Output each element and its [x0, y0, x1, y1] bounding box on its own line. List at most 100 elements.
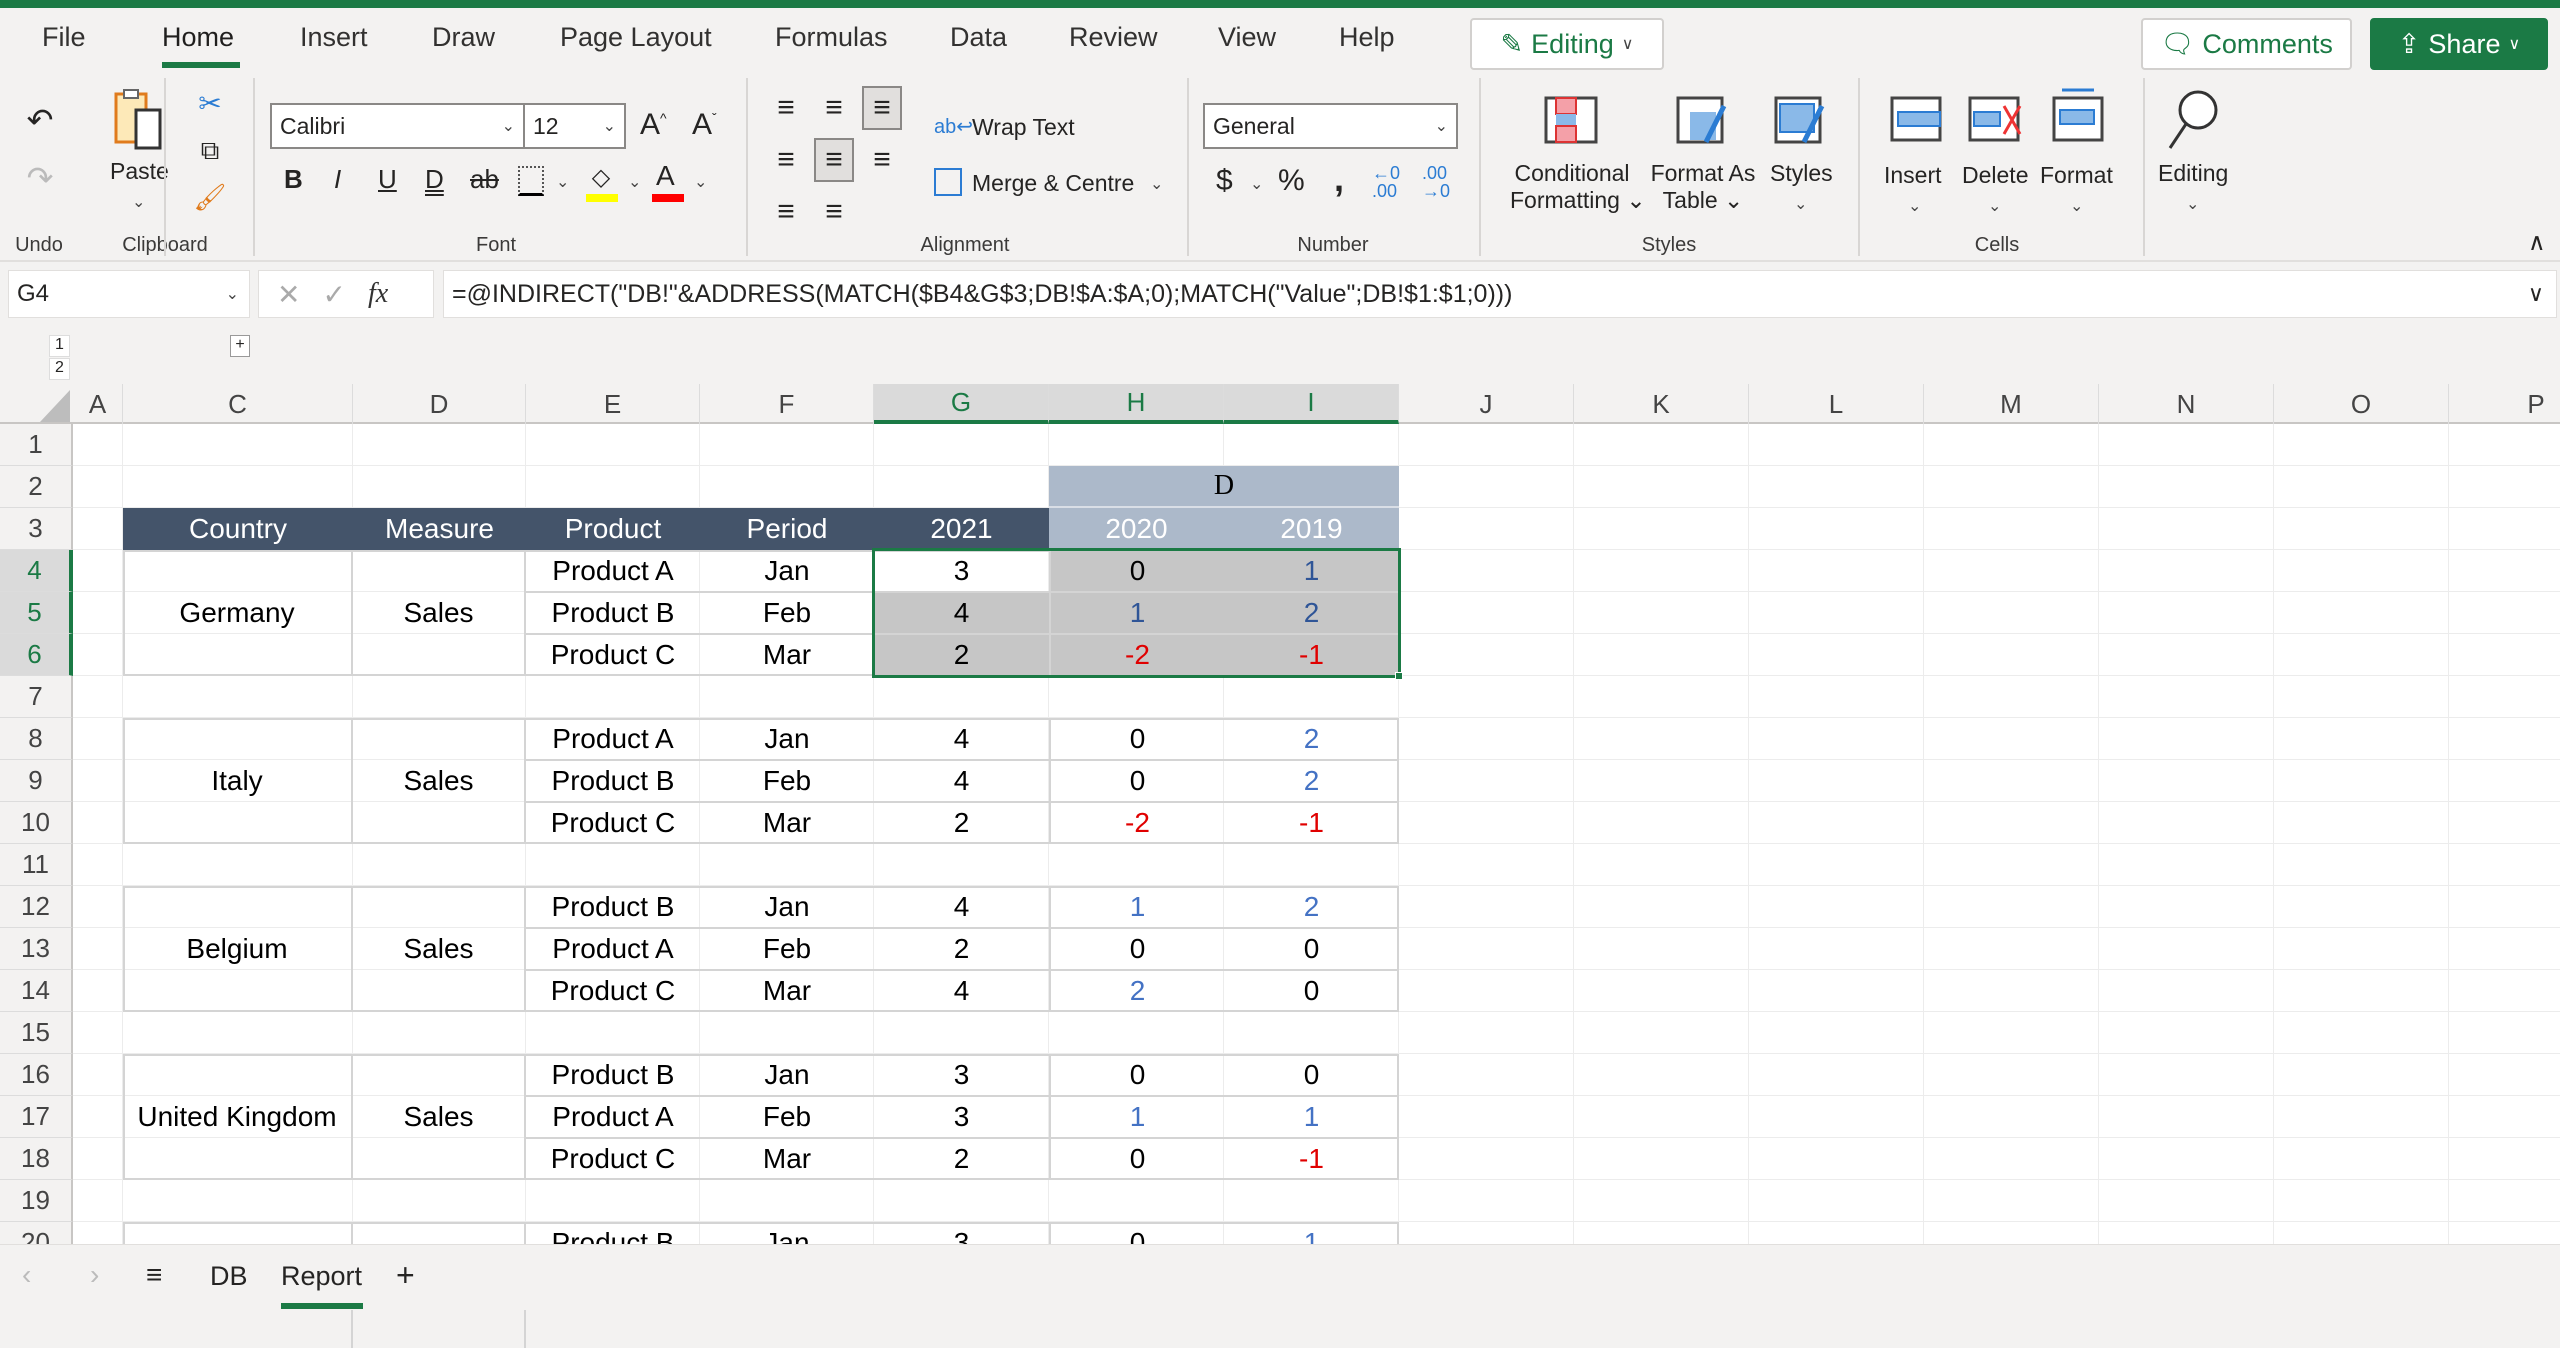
- column-header-L[interactable]: L: [1749, 384, 1924, 424]
- chevron-down-icon[interactable]: ⌄: [132, 192, 145, 212]
- row-header-17[interactable]: 17: [0, 1096, 73, 1138]
- row-header-1[interactable]: 1: [0, 424, 73, 466]
- cell-F18[interactable]: Mar: [700, 1139, 874, 1179]
- decrease-decimal-icon[interactable]: .00 →0: [1422, 164, 1450, 200]
- cell-I14[interactable]: 0: [1224, 971, 1399, 1011]
- percent-icon[interactable]: %: [1278, 164, 1305, 198]
- column-header-K[interactable]: K: [1574, 384, 1749, 424]
- align-top-icon[interactable]: ≡: [766, 86, 806, 130]
- fill-color-icon[interactable]: ◇: [586, 162, 616, 192]
- measure-cell[interactable]: Sales: [353, 718, 526, 844]
- comma-style-icon[interactable]: ,: [1334, 158, 1344, 200]
- cell-H14[interactable]: 2: [1049, 971, 1224, 1011]
- cancel-icon[interactable]: ✕: [277, 278, 300, 311]
- format-painter-icon[interactable]: 🖌: [194, 180, 227, 214]
- double-underline-button[interactable]: D: [425, 164, 444, 195]
- cell-I9[interactable]: 2: [1224, 761, 1399, 801]
- wrap-text-button[interactable]: Wrap Text: [972, 114, 1075, 141]
- cell-G8[interactable]: 4: [874, 719, 1049, 759]
- column-header-G[interactable]: G: [874, 384, 1049, 424]
- cell-I10[interactable]: -1: [1224, 803, 1399, 843]
- column-header-H[interactable]: H: [1049, 384, 1224, 424]
- sheet-tab-db[interactable]: DB: [210, 1261, 248, 1292]
- name-box[interactable]: G4 ⌄: [8, 270, 250, 318]
- all-sheets-menu-icon[interactable]: ≡: [146, 1259, 162, 1291]
- cell-F10[interactable]: Mar: [700, 803, 874, 843]
- row-header-4[interactable]: 4: [0, 550, 73, 592]
- editing-mode-button[interactable]: ✎ Editing ∨: [1470, 18, 1664, 70]
- column-header-E[interactable]: E: [526, 384, 700, 424]
- styles-button[interactable]: Styles: [1770, 160, 1833, 187]
- cell-F14[interactable]: Mar: [700, 971, 874, 1011]
- cell-G13[interactable]: 2: [874, 929, 1049, 969]
- format-as-table-button[interactable]: Format As Table ⌄: [1648, 160, 1758, 214]
- column-header-P[interactable]: P: [2449, 384, 2560, 424]
- cell-G18[interactable]: 2: [874, 1139, 1049, 1179]
- cell-G12[interactable]: 4: [874, 887, 1049, 927]
- cell-E13[interactable]: Product A: [526, 929, 700, 969]
- insert-button[interactable]: Insert: [1884, 162, 1942, 189]
- column-header-M[interactable]: M: [1924, 384, 2099, 424]
- tab-insert[interactable]: Insert: [300, 22, 368, 53]
- chevron-down-icon[interactable]: ⌄: [2070, 196, 2083, 216]
- align-bottom-icon[interactable]: ≡: [862, 86, 902, 130]
- cell-E8[interactable]: Product A: [526, 719, 700, 759]
- row-header-15[interactable]: 15: [0, 1012, 73, 1054]
- column-header-I[interactable]: I: [1224, 384, 1399, 424]
- outline-level-2-button[interactable]: 2: [49, 358, 70, 380]
- row-header-12[interactable]: 12: [0, 886, 73, 928]
- cell-F13[interactable]: Feb: [700, 929, 874, 969]
- cell-H9[interactable]: 0: [1049, 761, 1224, 801]
- country-cell[interactable]: Italy: [123, 718, 353, 844]
- cell-I18[interactable]: -1: [1224, 1139, 1399, 1179]
- chevron-down-icon[interactable]: ⌄: [1150, 174, 1163, 194]
- collapse-ribbon-icon[interactable]: ∧: [2528, 228, 2546, 257]
- currency-icon[interactable]: $: [1216, 164, 1233, 198]
- row-header-3[interactable]: 3: [0, 508, 73, 550]
- row-header-2[interactable]: 2: [0, 466, 73, 508]
- column-header-J[interactable]: J: [1399, 384, 1574, 424]
- row-header-7[interactable]: 7: [0, 676, 73, 718]
- conditional-formatting-button[interactable]: Conditional Formatting ⌄: [1510, 160, 1646, 214]
- cell-F5[interactable]: Feb: [700, 593, 874, 633]
- delete-button[interactable]: Delete: [1962, 162, 2028, 189]
- chevron-down-icon[interactable]: ⌄: [1250, 174, 1263, 194]
- cell-F9[interactable]: Feb: [700, 761, 874, 801]
- enter-icon[interactable]: ✓: [322, 278, 345, 311]
- format-button[interactable]: Format: [2040, 162, 2113, 189]
- cell-I16[interactable]: 0: [1224, 1055, 1399, 1095]
- column-header-O[interactable]: O: [2274, 384, 2449, 424]
- cell-G9[interactable]: 4: [874, 761, 1049, 801]
- undo-icon[interactable]: ↶: [22, 100, 58, 140]
- cell-E4[interactable]: Product A: [526, 551, 700, 591]
- country-cell[interactable]: Belgium: [123, 886, 353, 1012]
- column-header-D[interactable]: D: [353, 384, 526, 424]
- chevron-down-icon[interactable]: ⌄: [694, 172, 707, 192]
- chevron-down-icon[interactable]: ⌄: [1908, 196, 1921, 216]
- chevron-down-icon[interactable]: ⌄: [628, 172, 641, 192]
- tab-formulas[interactable]: Formulas: [775, 22, 888, 53]
- column-header-F[interactable]: F: [700, 384, 874, 424]
- cell-H17[interactable]: 1: [1049, 1097, 1224, 1137]
- cell-E16[interactable]: Product B: [526, 1055, 700, 1095]
- measure-cell[interactable]: Sales: [353, 886, 526, 1012]
- align-left-icon[interactable]: ≡: [766, 138, 806, 182]
- underline-button[interactable]: U: [378, 164, 397, 195]
- copy-icon[interactable]: ⧉: [196, 134, 224, 168]
- row-header-9[interactable]: 9: [0, 760, 73, 802]
- sheet-tab-report[interactable]: Report: [281, 1261, 362, 1292]
- font-color-icon[interactable]: A: [656, 160, 675, 192]
- tab-help[interactable]: Help: [1339, 22, 1395, 53]
- cell-G17[interactable]: 3: [874, 1097, 1049, 1137]
- tab-home[interactable]: Home: [162, 22, 234, 53]
- worksheet-grid[interactable]: D Country Measure Product Period 2021 2020 2019…: [73, 424, 2560, 1348]
- country-cell[interactable]: Germany: [123, 550, 353, 676]
- outline-level-1-button[interactable]: 1: [49, 335, 70, 357]
- comments-button[interactable]: 🗨 Comments: [2141, 18, 2352, 70]
- formula-input[interactable]: =@INDIRECT("DB!"&ADDRESS(MATCH($B4&G$3;D…: [443, 270, 2557, 318]
- bold-button[interactable]: B: [284, 164, 303, 195]
- cell-E6[interactable]: Product C: [526, 635, 700, 675]
- cell-F6[interactable]: Mar: [700, 635, 874, 675]
- cell-E14[interactable]: Product C: [526, 971, 700, 1011]
- chevron-down-icon[interactable]: ⌄: [2186, 194, 2199, 214]
